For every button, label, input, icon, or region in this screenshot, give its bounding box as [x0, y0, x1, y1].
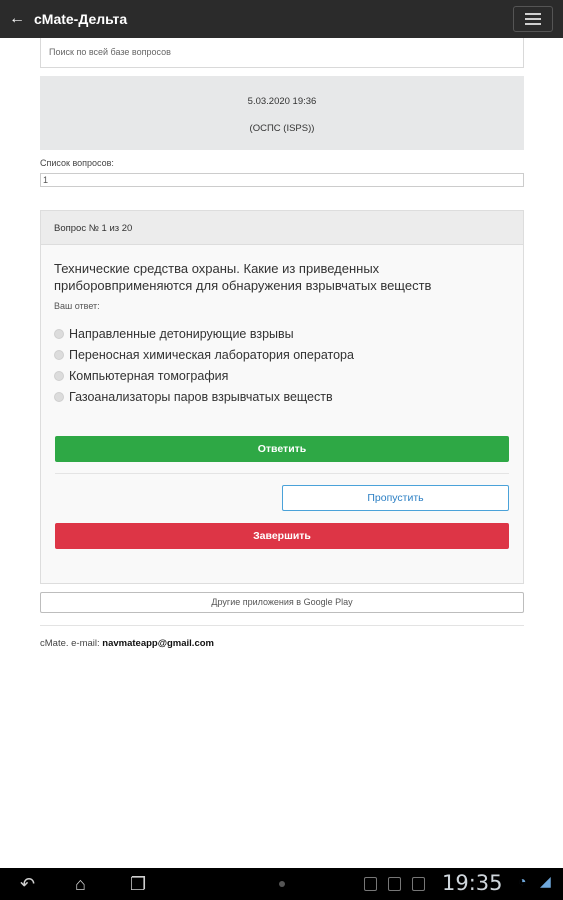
system-nav-bar: ↶ ⌂ ❐ 19:35 ◔ ◢ [0, 868, 563, 900]
footer-email[interactable]: navmateapp@gmail.com [102, 638, 214, 649]
wifi-icon: ◔ [518, 873, 527, 889]
radio-button[interactable] [54, 391, 64, 402]
question-list-select[interactable]: 1 [40, 173, 524, 187]
sd-card-icon [412, 877, 425, 891]
question-panel: Вопрос № 1 из 20 Технические средства ох… [40, 210, 524, 584]
gallery-icon [364, 877, 377, 891]
nav-dot [279, 881, 285, 887]
radio-button[interactable] [54, 349, 64, 360]
menu-icon[interactable] [513, 6, 553, 32]
footer-prefix: cMate. e-mail: [40, 638, 103, 649]
answer-option-label: Переносная химическая лаборатория операт… [69, 347, 354, 362]
app-title: cMate-Дельта [34, 11, 128, 27]
search-input[interactable]: Поиск по всей базе вопросов [40, 38, 524, 68]
nav-back-icon[interactable]: ↶ [20, 874, 35, 895]
answer-button[interactable]: Ответить [55, 436, 509, 462]
app-bar: ← cMate-Дельта [0, 0, 563, 38]
skip-button[interactable]: Пропустить [282, 485, 509, 511]
answer-option-label: Газоанализаторы паров взрывчатых веществ [69, 389, 333, 404]
footer: cMate. e-mail: navmateapp@gmail.com [40, 638, 524, 649]
divider [55, 473, 509, 474]
radio-button[interactable] [54, 328, 64, 339]
nav-recents-icon[interactable]: ❐ [130, 874, 146, 895]
signal-icon: ◢ [540, 873, 551, 889]
answer-option[interactable]: Компьютерная томография [54, 365, 510, 386]
answer-option-label: Направленные детонирующие взрывы [69, 326, 294, 341]
question-header: Вопрос № 1 из 20 [41, 211, 523, 245]
answer-options: Направленные детонирующие взрывы Перенос… [41, 311, 523, 407]
status-clock: 19:35 [442, 871, 503, 895]
answer-option[interactable]: Направленные детонирующие взрывы [54, 323, 510, 344]
finish-button[interactable]: Завершить [55, 523, 509, 549]
main-content: Поиск по всей базе вопросов 5.03.2020 19… [40, 38, 524, 649]
info-code: (ОСПС (ISPS)) [249, 123, 315, 134]
google-play-button[interactable]: Другие приложения в Google Play [40, 592, 524, 613]
question-text: Технические средства охраны. Какие из пр… [54, 261, 432, 293]
nav-home-icon[interactable]: ⌂ [75, 874, 86, 895]
answer-label: Ваш ответ: [54, 301, 100, 311]
question-list-label: Список вопросов: [40, 158, 114, 168]
answer-option-label: Компьютерная томография [69, 368, 229, 383]
back-arrow-icon[interactable]: ← [0, 0, 34, 38]
divider [40, 625, 524, 626]
app-icon [388, 877, 401, 891]
radio-button[interactable] [54, 370, 64, 381]
info-datetime: 5.03.2020 19:36 [247, 96, 317, 107]
info-box: 5.03.2020 19:36 (ОСПС (ISPS)) [40, 76, 524, 150]
answer-option[interactable]: Переносная химическая лаборатория операт… [54, 344, 510, 365]
answer-option[interactable]: Газоанализаторы паров взрывчатых веществ [54, 386, 510, 407]
